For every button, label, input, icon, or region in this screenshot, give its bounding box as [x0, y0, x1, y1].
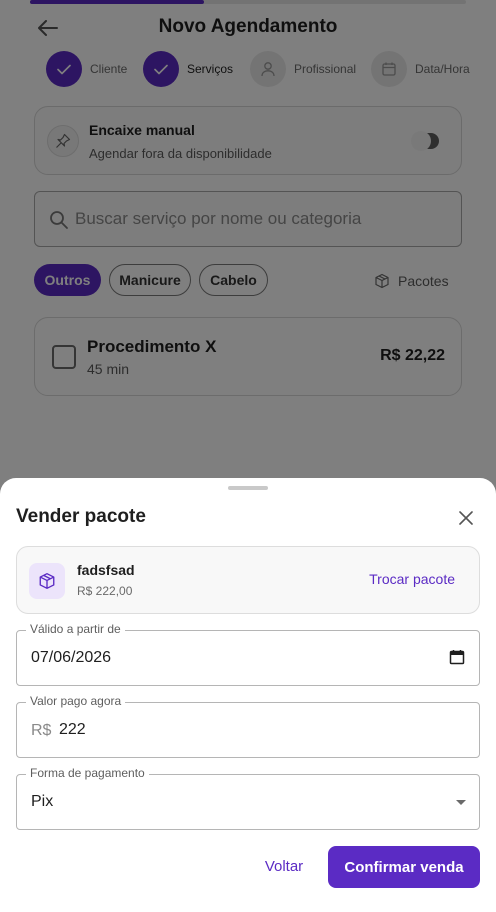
amount-paid-value: 222 — [59, 721, 86, 738]
close-icon — [459, 511, 473, 525]
selected-package-card: fadsfsad R$ 222,00 Trocar pacote — [16, 546, 480, 614]
package-price: R$ 222,00 — [77, 584, 133, 598]
valid-from-label: Válido a partir de — [26, 622, 125, 636]
payment-method-label: Forma de pagamento — [26, 766, 149, 780]
swap-package-button[interactable]: Trocar pacote — [369, 571, 455, 587]
package-name: fadsfsad — [77, 562, 135, 578]
package-icon-badge — [29, 563, 65, 599]
sheet-title: Vender pacote — [16, 506, 146, 527]
payment-method-value: Pix — [31, 793, 54, 810]
amount-paid-label: Valor pago agora — [26, 694, 126, 708]
currency-prefix: R$ — [31, 722, 52, 739]
chevron-down-icon — [456, 800, 466, 805]
sell-package-sheet: Vender pacote fadsfsad R$ 222,00 Trocar … — [0, 478, 496, 912]
close-button[interactable] — [452, 504, 480, 532]
sheet-drag-handle[interactable] — [228, 486, 268, 490]
valid-from-field[interactable]: Válido a partir de 07/06/2026 — [16, 622, 480, 686]
payment-method-select[interactable]: Forma de pagamento Pix — [16, 766, 480, 830]
valid-from-value: 07/06/2026 — [31, 649, 112, 666]
confirm-sale-button[interactable]: Confirmar venda — [328, 846, 480, 888]
back-button[interactable]: Voltar — [256, 846, 312, 886]
calendar-icon[interactable] — [449, 649, 465, 665]
package-icon — [39, 573, 55, 589]
amount-paid-field[interactable]: Valor pago agora R$ 222 — [16, 694, 480, 758]
